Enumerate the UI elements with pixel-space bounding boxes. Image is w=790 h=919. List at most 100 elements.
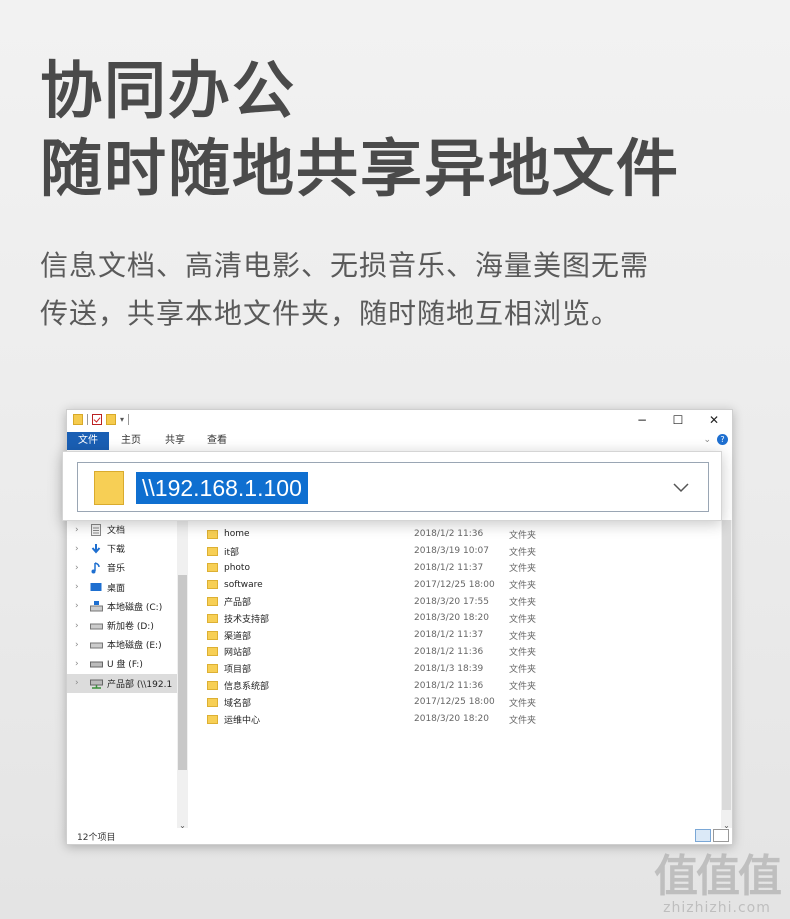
nav-item-drive-e[interactable]: › 本地磁盘 (E:) (67, 635, 187, 654)
address-bar-overlay: \\192.168.1.100 (62, 451, 722, 521)
scrollbar-thumb[interactable] (722, 520, 731, 810)
file-date: 2018/1/2 11:37 (414, 562, 484, 573)
download-icon (89, 543, 103, 555)
folder-icon (207, 630, 218, 640)
file-row[interactable]: 网站部 2018/1/2 11:36 文件夹 (207, 644, 536, 661)
headline: 协同办公 随时随地共享异地文件 (40, 52, 680, 208)
file-type: 文件夹 (509, 614, 537, 625)
file-type: 文件夹 (509, 682, 537, 693)
chevron-down-icon[interactable] (666, 473, 696, 503)
network-drive-icon (89, 677, 103, 689)
file-list-scrollbar[interactable]: ⌄ (721, 520, 732, 830)
file-name: 网站部 (224, 648, 252, 659)
folder-icon (207, 563, 218, 573)
file-type: 文件夹 (509, 547, 537, 558)
file-row[interactable]: software 2017/12/25 18:00 文件夹 (207, 576, 536, 593)
file-name: 域名部 (224, 698, 252, 709)
nav-item-label: 本地磁盘 (E:) (107, 641, 162, 652)
file-date: 2018/3/19 10:07 (414, 546, 489, 557)
file-name: 运维中心 (224, 715, 261, 726)
file-row[interactable]: 域名部 2017/12/25 18:00 文件夹 (207, 694, 536, 711)
file-date: 2018/1/3 18:39 (414, 663, 484, 674)
nav-item-label: 新加卷 (D:) (107, 622, 154, 633)
description-line-2: 传送，共享本地文件夹，随时随地互相浏览。 (40, 297, 621, 330)
description-line-1: 信息文档、高清电影、无损音乐、海量美图无需 (40, 249, 650, 282)
new-folder-icon[interactable] (106, 414, 116, 425)
tab-home[interactable]: 主页 (121, 432, 141, 450)
document-icon (89, 523, 103, 536)
maximize-button[interactable]: ☐ (660, 410, 696, 432)
nav-item-network-share[interactable]: › 产品部 (\\192.1 (67, 673, 187, 693)
properties-icon[interactable] (92, 414, 102, 425)
nav-item-drive-c[interactable]: › 本地磁盘 (C:) (67, 597, 187, 616)
file-row[interactable]: photo 2018/1/2 11:37 文件夹 (207, 560, 536, 577)
desktop-icon (89, 581, 103, 593)
help-icon[interactable]: ? (717, 434, 728, 445)
file-type: 文件夹 (509, 530, 537, 541)
watermark: 值值值 zhizhizhi.com (654, 840, 782, 916)
folder-icon (207, 613, 218, 623)
minimize-button[interactable]: − (624, 410, 660, 432)
file-date: 2018/1/2 11:36 (414, 646, 484, 657)
scrollbar-thumb[interactable] (178, 575, 187, 770)
close-button[interactable]: ✕ (696, 410, 732, 432)
nav-item-drive-d[interactable]: › 新加卷 (D:) (67, 616, 187, 635)
drive-icon (89, 620, 103, 632)
chevron-right-icon[interactable]: › (75, 525, 89, 535)
tab-view[interactable]: 查看 (207, 432, 227, 450)
toolbar-divider (87, 414, 88, 425)
chevron-right-icon[interactable]: › (75, 601, 89, 611)
watermark-logo: 值值值 (654, 851, 782, 902)
file-row[interactable]: 渠道部 2018/1/2 11:37 文件夹 (207, 627, 536, 644)
folder-icon[interactable] (73, 414, 83, 425)
file-row[interactable]: 技术支持部 2018/3/20 18:20 文件夹 (207, 610, 536, 627)
chevron-right-icon[interactable]: › (75, 678, 89, 688)
nav-item-label: 桌面 (107, 583, 126, 594)
file-date: 2017/12/25 18:00 (414, 579, 495, 590)
nav-item-downloads[interactable]: › 下载 (67, 539, 187, 558)
file-name: 产品部 (224, 598, 252, 609)
nav-item-music[interactable]: › 音乐 (67, 558, 187, 577)
nav-item-label: 产品部 (\\192.1 (107, 679, 173, 690)
file-row[interactable]: 运维中心 2018/3/20 18:20 文件夹 (207, 711, 536, 728)
folder-icon (207, 681, 218, 691)
file-row[interactable]: it部 2018/3/19 10:07 文件夹 (207, 543, 536, 560)
folder-icon (207, 597, 218, 607)
chevron-right-icon[interactable]: › (75, 544, 89, 554)
folder-icon (207, 546, 218, 556)
ribbon-tabs: 文件 主页 共享 查看 ⌄ ? (67, 432, 732, 450)
chevron-right-icon[interactable]: › (75, 640, 89, 650)
nav-item-desktop[interactable]: › 桌面 (67, 578, 187, 597)
file-list: home 2018/1/2 11:36 文件夹 it部 2018/3/19 10:07 文… (189, 520, 719, 830)
address-input[interactable]: \\192.168.1.100 (136, 472, 308, 504)
chevron-right-icon[interactable]: › (75, 659, 89, 669)
file-row[interactable]: 产品部 2018/3/20 17:55 文件夹 (207, 593, 536, 610)
file-name: 项目部 (224, 665, 252, 676)
file-date: 2018/1/2 11:36 (414, 680, 484, 691)
chevron-right-icon[interactable]: › (75, 621, 89, 631)
nav-item-usb-f[interactable]: › U 盘 (F:) (67, 654, 187, 673)
nav-item-documents[interactable]: › 文档 (67, 520, 187, 539)
folder-icon (207, 697, 218, 707)
file-name: photo (224, 562, 250, 573)
file-row[interactable]: 信息系统部 2018/1/2 11:36 文件夹 (207, 677, 536, 694)
chevron-down-icon[interactable]: ▾ (120, 415, 124, 424)
address-bar[interactable]: \\192.168.1.100 (77, 462, 709, 512)
file-name: 信息系统部 (224, 682, 270, 693)
navigation-scrollbar[interactable]: ⌄ (177, 520, 188, 830)
file-date: 2018/3/20 18:20 (414, 714, 489, 725)
description: 信息文档、高清电影、无损音乐、海量美图无需 传送，共享本地文件夹，随时随地互相浏… (40, 242, 649, 338)
expand-ribbon-icon[interactable]: ⌄ (703, 435, 711, 445)
nav-item-label: U 盘 (F:) (107, 660, 143, 671)
file-date: 2018/3/20 18:20 (414, 613, 489, 624)
file-type: 文件夹 (509, 648, 537, 659)
file-row[interactable]: home 2018/1/2 11:36 文件夹 (207, 526, 536, 543)
tab-file[interactable]: 文件 (67, 432, 109, 450)
file-row[interactable]: 项目部 2018/1/3 18:39 文件夹 (207, 660, 536, 677)
chevron-right-icon[interactable]: › (75, 563, 89, 573)
file-type: 文件夹 (509, 698, 537, 709)
watermark-url: zhizhizhi.com (663, 900, 771, 916)
chevron-right-icon[interactable]: › (75, 582, 89, 592)
folder-icon (94, 471, 124, 505)
tab-share[interactable]: 共享 (165, 432, 185, 450)
